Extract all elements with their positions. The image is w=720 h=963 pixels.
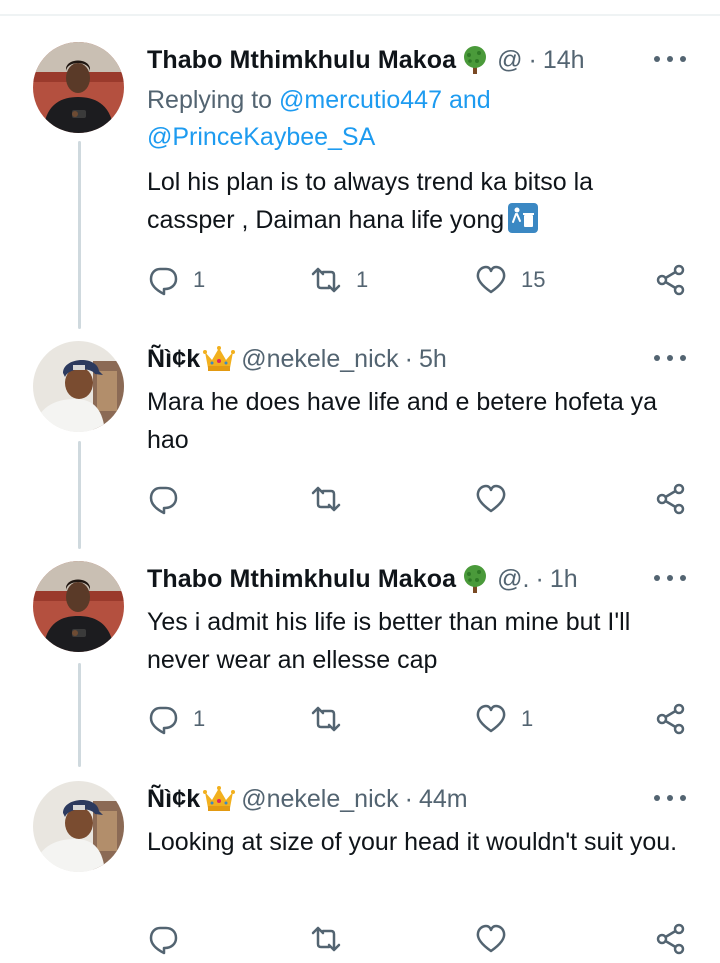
reply-icon [147, 483, 179, 515]
retweet-button[interactable]: 1 [310, 262, 368, 298]
separator: · [528, 45, 537, 74]
reply-icon [147, 923, 179, 955]
reply-button[interactable] [147, 481, 193, 517]
retweet-icon [310, 923, 342, 955]
retweet-button[interactable] [310, 921, 356, 957]
avatar[interactable] [33, 781, 124, 872]
reply-button[interactable]: 1 [147, 262, 205, 298]
more-icon[interactable] [654, 343, 686, 373]
more-icon[interactable] [654, 563, 686, 593]
replying-prefix: Replying to [147, 86, 273, 114]
handle[interactable]: @. [497, 565, 529, 594]
reply-icon [147, 703, 179, 735]
display-name[interactable]: Thabo Mthimkhulu Makoa [147, 565, 456, 594]
tweet-text: Yes i admit his life is better than mine… [147, 608, 631, 674]
retweet-button[interactable] [310, 701, 356, 737]
retweet-icon [310, 483, 342, 515]
retweet-icon [310, 264, 342, 296]
top-divider [0, 14, 720, 16]
reply-icon [147, 264, 179, 296]
reply-button[interactable] [147, 921, 193, 957]
like-count: 1 [521, 706, 534, 731]
tweet-text: Lol his plan is to always trend ka bitso… [147, 163, 647, 239]
tweet[interactable]: Ñì¢k @nekele_nick · 5h Mara he does have… [0, 341, 720, 521]
trash-sticker-icon [508, 203, 539, 233]
share-button[interactable] [655, 262, 687, 298]
display-name[interactable]: Ñì¢k [147, 345, 200, 374]
tweet-actions [147, 481, 692, 517]
timestamp[interactable]: 1h [550, 565, 578, 594]
like-button[interactable] [475, 921, 521, 957]
crown-emoji-icon [203, 344, 235, 374]
tree-emoji-icon [459, 564, 491, 594]
display-name[interactable]: Thabo Mthimkhulu Makoa [147, 46, 456, 75]
crown-emoji-icon [203, 784, 235, 814]
display-name[interactable]: Ñì¢k [147, 785, 200, 814]
like-button[interactable]: 1 [475, 701, 533, 737]
retweet-count: 1 [356, 267, 369, 292]
handle[interactable]: @nekele_nick [241, 785, 398, 814]
tweet[interactable]: Thabo Mthimkhulu Makoa @ · 14h Replying … [0, 42, 720, 302]
retweet-icon [310, 703, 342, 735]
timestamp[interactable]: 5h [419, 345, 447, 374]
like-icon [475, 703, 507, 735]
separator: · [404, 784, 413, 813]
like-button[interactable]: 15 [475, 262, 545, 298]
like-icon [475, 264, 507, 296]
replying-and: and [448, 86, 491, 114]
avatar[interactable] [33, 341, 124, 432]
retweet-button[interactable] [310, 481, 356, 517]
replying-to: Replying to @mercutio447 and @PrinceKayb… [147, 82, 687, 156]
more-icon[interactable] [654, 783, 686, 813]
more-icon[interactable] [654, 44, 686, 74]
reply-button[interactable]: 1 [147, 701, 205, 737]
tweet-text: Looking at size of your head it wouldn't… [147, 828, 678, 856]
mention-link[interactable]: @PrinceKaybee_SA [147, 123, 375, 151]
share-button[interactable] [655, 481, 687, 517]
timestamp[interactable]: 14h [543, 46, 585, 75]
tweet[interactable]: Thabo Mthimkhulu Makoa @. · 1h Yes i adm… [0, 561, 720, 741]
reply-count: 1 [193, 267, 206, 292]
tweet-header: Ñì¢k @nekele_nick · 5h [147, 341, 447, 377]
tree-emoji-icon [459, 45, 491, 75]
tweet-actions: 1 1 [147, 701, 692, 737]
reply-count: 1 [193, 706, 206, 731]
handle[interactable]: @ [497, 46, 522, 75]
avatar[interactable] [33, 42, 124, 133]
avatar[interactable] [33, 561, 124, 652]
like-count: 15 [521, 267, 546, 292]
tweet-text: Mara he does have life and e betere hofe… [147, 388, 658, 454]
tweet-header: Ñì¢k @nekele_nick · 44m [147, 781, 468, 817]
share-icon [655, 483, 687, 515]
mention-link[interactable]: @mercutio447 [279, 86, 442, 114]
separator: · [535, 564, 544, 593]
share-button[interactable] [655, 701, 687, 737]
tweet-header: Thabo Mthimkhulu Makoa @ · 14h [147, 42, 585, 78]
tweet[interactable]: Ñì¢k @nekele_nick · 44m Looking at size … [0, 781, 720, 963]
tweet-actions [147, 921, 692, 957]
timestamp[interactable]: 44m [419, 785, 468, 814]
share-icon [655, 703, 687, 735]
separator: · [404, 344, 413, 373]
like-icon [475, 923, 507, 955]
handle[interactable]: @nekele_nick [241, 345, 398, 374]
like-icon [475, 483, 507, 515]
like-button[interactable] [475, 481, 521, 517]
tweet-actions: 1 1 15 [147, 262, 692, 298]
tweet-header: Thabo Mthimkhulu Makoa @. · 1h [147, 561, 578, 597]
share-icon [655, 264, 687, 296]
share-icon [655, 923, 687, 955]
share-button[interactable] [655, 921, 687, 957]
